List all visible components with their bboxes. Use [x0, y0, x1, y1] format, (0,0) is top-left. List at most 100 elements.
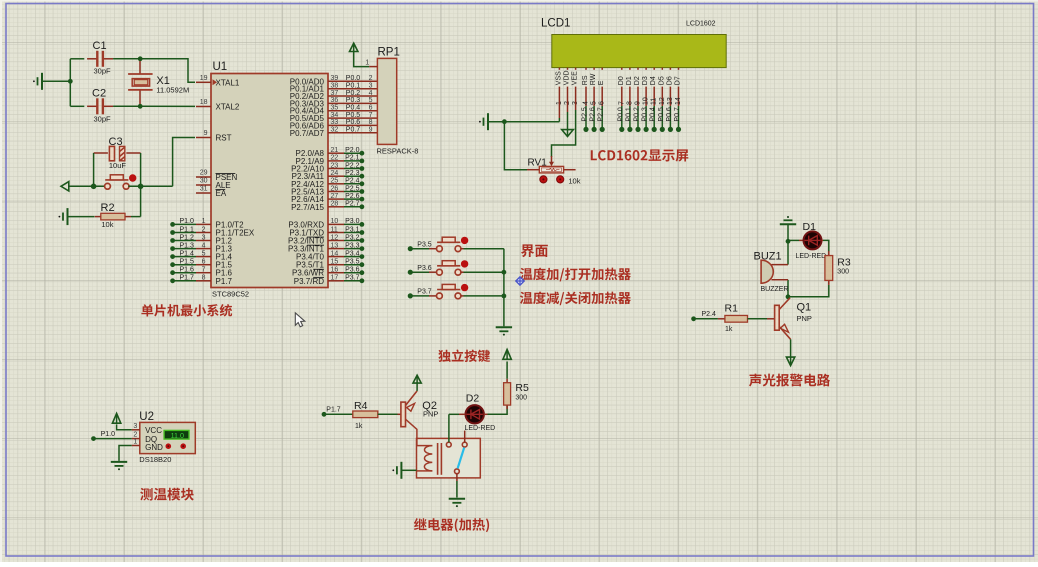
svg-text:13: 13 [667, 97, 674, 105]
svg-text:26: 26 [331, 185, 339, 192]
svg-text:P0.7: P0.7 [346, 127, 361, 134]
svg-text:LCD1602: LCD1602 [686, 21, 716, 28]
svg-text:RS: RS [582, 75, 589, 85]
svg-text:BUZ1: BUZ1 [754, 250, 782, 262]
svg-text:PNP: PNP [797, 314, 812, 323]
svg-text:P1.4: P1.4 [180, 250, 195, 257]
svg-text:P0.1: P0.1 [346, 83, 361, 90]
svg-text:4: 4 [202, 242, 206, 249]
svg-text:39: 39 [331, 75, 339, 82]
svg-text:24: 24 [331, 170, 339, 177]
svg-text:11.0592M: 11.0592M [156, 85, 189, 94]
svg-text:RESPACK-8: RESPACK-8 [377, 147, 419, 156]
svg-text:P0.7/AD7: P0.7/AD7 [290, 129, 325, 138]
svg-text:21: 21 [331, 147, 339, 154]
svg-text:25: 25 [331, 178, 339, 185]
svg-text:27: 27 [331, 193, 339, 200]
svg-text:2: 2 [369, 75, 373, 82]
svg-text:P1.0: P1.0 [180, 218, 195, 225]
svg-text:34: 34 [331, 112, 339, 119]
svg-text:6: 6 [369, 105, 373, 112]
svg-text:1: 1 [365, 59, 369, 66]
svg-text:16: 16 [331, 267, 339, 274]
svg-text:P1.1: P1.1 [180, 226, 195, 233]
svg-text:37: 37 [331, 90, 339, 97]
svg-text:4: 4 [369, 90, 373, 97]
svg-text:P0.5: P0.5 [346, 112, 361, 119]
svg-text:D1: D1 [626, 76, 633, 85]
svg-text:P2.4: P2.4 [345, 178, 360, 185]
svg-text:9: 9 [204, 130, 208, 137]
svg-text:29: 29 [200, 170, 208, 177]
svg-text:XTAL1: XTAL1 [216, 78, 240, 87]
svg-text:P2.6: P2.6 [590, 107, 597, 122]
svg-text:7: 7 [202, 267, 206, 274]
svg-text:11: 11 [651, 98, 658, 105]
svg-text:R3: R3 [837, 256, 851, 268]
svg-text:P1.6: P1.6 [180, 267, 195, 274]
svg-text:P0.1: P0.1 [625, 107, 632, 122]
svg-text:7: 7 [369, 112, 373, 119]
svg-text:P0.2: P0.2 [346, 90, 361, 97]
svg-text:P3.7: P3.7 [417, 289, 432, 296]
svg-text:P2.7: P2.7 [345, 201, 360, 208]
svg-text:P1.5: P1.5 [180, 259, 195, 266]
svg-text:32: 32 [331, 127, 339, 134]
svg-text:P2.0: P2.0 [345, 147, 360, 154]
svg-text:U1: U1 [213, 61, 228, 73]
svg-text:PNP: PNP [423, 410, 438, 419]
svg-text:1k: 1k [725, 326, 733, 333]
svg-text:P2.2: P2.2 [345, 162, 360, 169]
svg-text:P2.1: P2.1 [345, 155, 360, 162]
svg-text:P3.2: P3.2 [345, 234, 360, 241]
svg-text:8: 8 [202, 275, 206, 282]
svg-text:19: 19 [200, 75, 208, 82]
svg-text:P0.2: P0.2 [634, 107, 641, 122]
svg-text:D6: D6 [666, 76, 673, 85]
svg-text:D7: D7 [675, 76, 682, 85]
svg-text:LED-RED: LED-RED [796, 253, 827, 260]
svg-text:23: 23 [331, 162, 339, 169]
svg-text:P0.7: P0.7 [674, 107, 681, 122]
svg-text:BUZZER: BUZZER [761, 286, 789, 293]
svg-text:P3.7: P3.7 [345, 275, 360, 282]
svg-text:2: 2 [202, 226, 206, 233]
svg-text:R4: R4 [354, 400, 368, 412]
svg-text:11.0: 11.0 [171, 431, 184, 440]
svg-text:14: 14 [675, 97, 682, 105]
svg-text:6: 6 [202, 259, 206, 266]
svg-text:11: 11 [331, 226, 338, 233]
svg-text:P3.6: P3.6 [417, 265, 432, 272]
svg-text:18: 18 [200, 99, 208, 106]
svg-text:P2.4: P2.4 [702, 311, 717, 318]
svg-text:12: 12 [659, 97, 666, 105]
svg-text:P3.6: P3.6 [345, 267, 360, 274]
svg-text:35: 35 [331, 105, 339, 112]
svg-text:5: 5 [202, 250, 206, 257]
svg-text:P1.7: P1.7 [216, 277, 233, 286]
svg-text:13: 13 [331, 242, 339, 249]
svg-text:C1: C1 [93, 40, 107, 52]
svg-text:P0.0: P0.0 [617, 107, 624, 122]
svg-text:9: 9 [635, 101, 642, 105]
svg-text:8: 8 [369, 119, 373, 126]
svg-text:10uF: 10uF [109, 161, 127, 170]
svg-text:VSS: VSS [555, 71, 562, 85]
svg-text:9: 9 [369, 127, 373, 134]
svg-text:38: 38 [331, 83, 339, 90]
svg-text:R1: R1 [725, 303, 739, 315]
svg-text:LED-RED: LED-RED [465, 425, 496, 432]
svg-text:P1.0: P1.0 [101, 431, 116, 438]
svg-text:30pF: 30pF [94, 67, 112, 76]
svg-text:P3.4: P3.4 [345, 250, 360, 257]
svg-text:3: 3 [133, 423, 137, 430]
svg-text:P2.7: P2.7 [598, 107, 605, 122]
svg-text:3: 3 [369, 83, 373, 90]
svg-text:3: 3 [202, 234, 206, 241]
svg-text:VDD: VDD [564, 70, 571, 85]
svg-text:P0.0: P0.0 [346, 75, 361, 82]
svg-text:D5: D5 [658, 76, 665, 85]
svg-text:10: 10 [643, 97, 650, 105]
svg-text:XTAL2: XTAL2 [216, 103, 240, 112]
svg-text:5: 5 [369, 97, 373, 104]
